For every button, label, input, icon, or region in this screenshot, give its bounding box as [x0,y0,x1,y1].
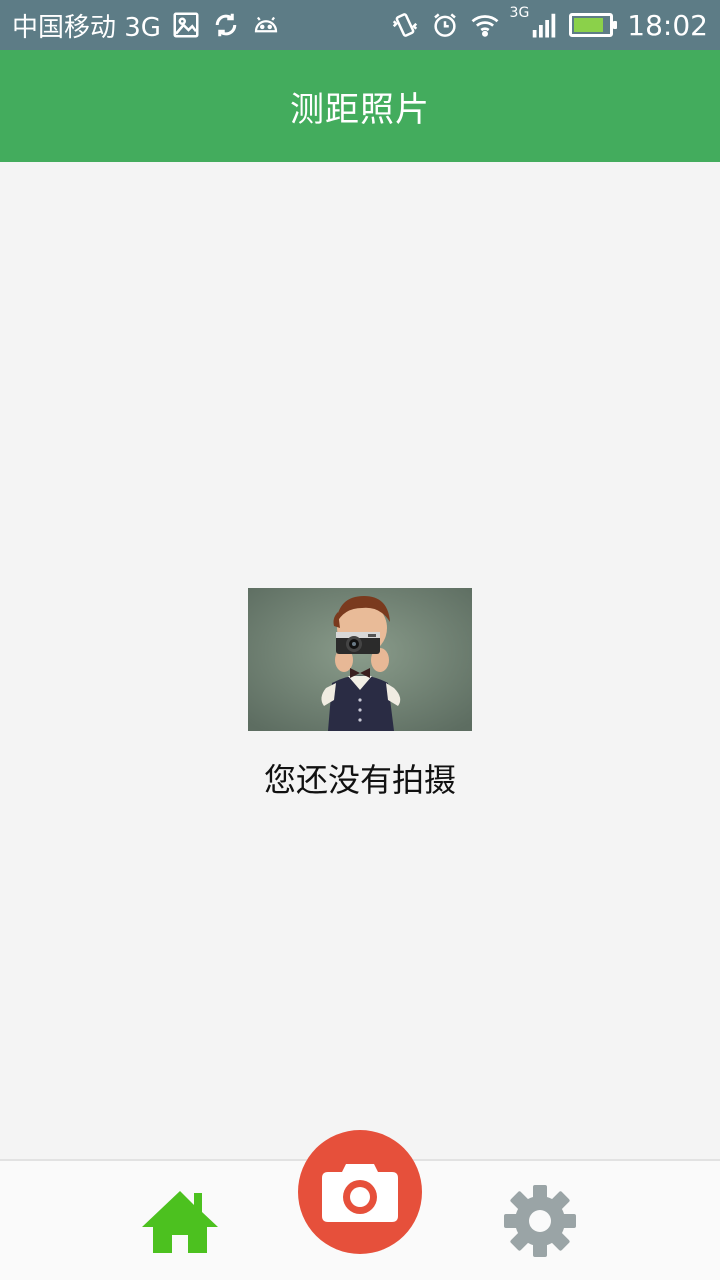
home-icon [142,1191,218,1253]
clock: 18:02 [627,8,708,42]
sync-icon [211,10,241,40]
alarm-icon [430,10,460,40]
nav-settings-button[interactable] [500,1181,580,1261]
battery-icon [569,13,618,37]
signal-icon [529,10,559,40]
nav-home-button[interactable] [140,1187,220,1257]
image-icon [171,10,201,40]
camera-button[interactable] [298,1130,422,1254]
app-bar: 测距照片 [0,50,720,162]
status-left: 中国移动 3G [12,7,281,44]
child-with-camera-photo [248,588,472,731]
status-bar: 中国移动 3G 3G 18:02 [0,0,720,50]
network-type-label: 3G [509,5,530,21]
page-title: 测距照片 [290,89,430,130]
status-right: 3G 18:02 [390,5,708,42]
vibrate-icon [390,10,420,40]
wifi-icon [470,10,500,40]
camera-icon [322,1164,398,1222]
android-icon [251,10,281,40]
gear-icon [504,1185,576,1257]
empty-state: 您还没有拍摄 [0,588,720,801]
battery-level [574,18,604,32]
empty-message: 您还没有拍摄 [263,761,456,799]
carrier-label: 中国移动 3G [12,12,161,43]
